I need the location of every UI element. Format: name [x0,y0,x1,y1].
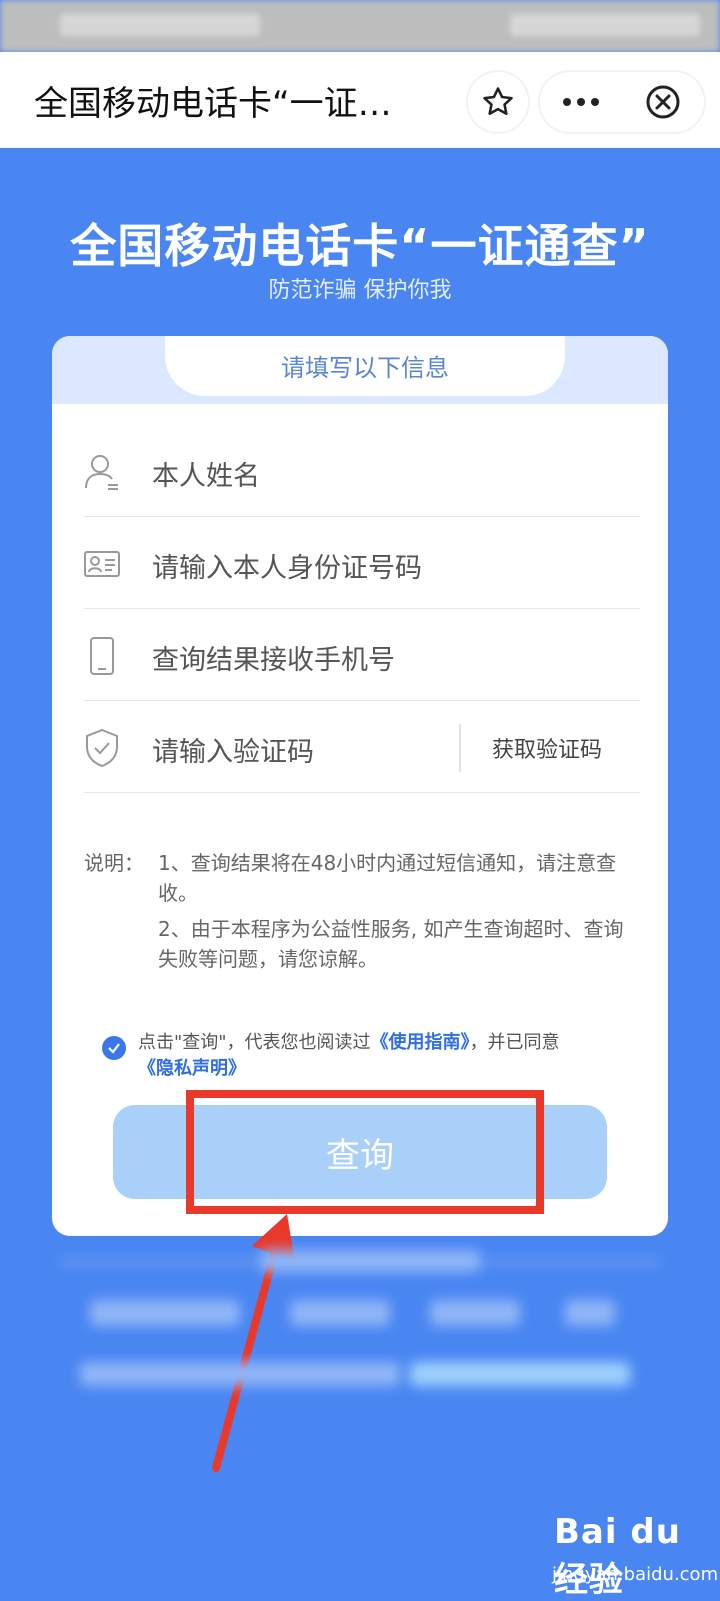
more-button[interactable] [540,72,622,132]
name-input[interactable]: 本人姓名 [152,454,260,493]
note-item-2: 2、由于本程序为公益性服务, 如产生查询超时、查询失败等问题，请您谅解。 [158,917,624,971]
verification-code-input[interactable]: 请输入验证码 [152,730,314,769]
status-bar-right [510,14,700,36]
id-field[interactable]: 请输入本人身份证号码 [84,516,640,609]
close-circle-icon [646,85,680,119]
agreement-middle: ，并已同意 [469,1032,560,1053]
id-input[interactable]: 请输入本人身份证号码 [152,546,422,585]
watermark-logo: Bai du 经验 [554,1512,681,1600]
baidu-watermark: Bai du 经验 jingyan.baidu.com [546,1512,719,1600]
page-title: 全国移动电话卡“一证… [34,84,392,124]
notes-label: 说明： [84,851,144,875]
guide-link[interactable]: 《使用指南》 [371,1032,470,1053]
agreement-prefix: 点击"查询"，代表您也阅读过 [138,1032,371,1053]
phone-field[interactable]: 查询结果接收手机号 [84,608,640,701]
name-field[interactable]: 本人姓名 [84,424,640,517]
verification-code-field[interactable]: 请输入验证码 获取验证码 [84,700,640,793]
hero-subtitle: 防范诈骗 保护你我 [268,278,452,303]
status-bar-left [60,14,260,36]
code-divider [459,724,461,772]
mini-program-capsule [540,72,704,132]
watermark-url: jingyan.baidu.com [552,1564,719,1585]
check-icon [108,1043,120,1054]
phone-input[interactable]: 查询结果接收手机号 [152,638,395,677]
agreement-checkbox[interactable] [102,1036,126,1060]
privacy-link[interactable]: 《隐私声明》 [138,1058,246,1079]
shield-check-icon [86,728,118,768]
hero-title: 全国移动电话卡“一证通查” [70,219,650,273]
note-item-1: 1、查询结果将在48小时内通过短信通知，请注意查收。 [158,851,617,905]
person-icon [85,455,118,490]
id-card-icon [84,551,120,577]
blurred-footer [60,1250,660,1430]
get-code-button[interactable]: 获取验证码 [492,732,602,764]
status-bar [0,0,720,52]
more-icon [563,98,599,106]
agreement-text: 点击"查询"，代表您也阅读过《使用指南》，并已同意《隐私声明》 [138,1030,638,1082]
favorite-button[interactable] [468,72,528,132]
form-section-title: 请填写以下信息 [281,354,449,382]
highlight-box [186,1090,544,1214]
close-button[interactable] [622,72,704,132]
star-icon [483,87,513,116]
phone-icon [90,637,114,675]
